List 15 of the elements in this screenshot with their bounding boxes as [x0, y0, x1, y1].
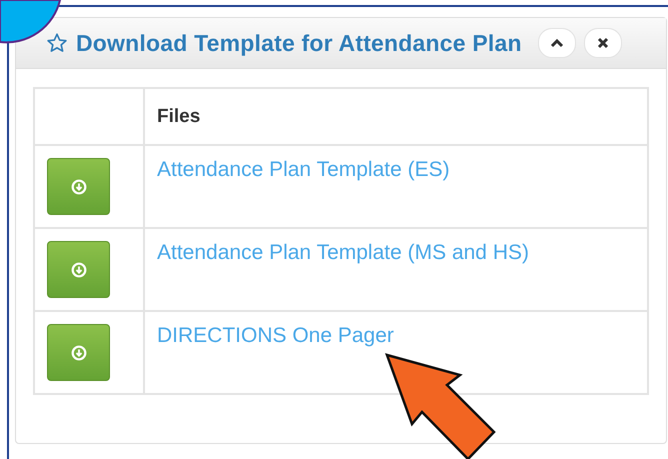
download-button[interactable] [47, 241, 110, 298]
chevron-up-icon [550, 38, 564, 48]
star-icon [46, 32, 68, 54]
download-icon [70, 262, 86, 278]
collapse-button[interactable] [538, 28, 576, 58]
download-button[interactable] [47, 158, 110, 215]
download-icon [70, 178, 86, 194]
close-icon [596, 37, 609, 49]
panel-title: Download Template for Attendance Plan [76, 30, 522, 56]
file-link[interactable]: DIRECTIONS One Pager [157, 324, 394, 347]
close-button[interactable] [584, 28, 622, 58]
download-button[interactable] [47, 324, 110, 381]
file-link[interactable]: Attendance Plan Template (ES) [157, 158, 450, 181]
column-header: Files [157, 106, 200, 126]
download-icon [70, 344, 86, 360]
